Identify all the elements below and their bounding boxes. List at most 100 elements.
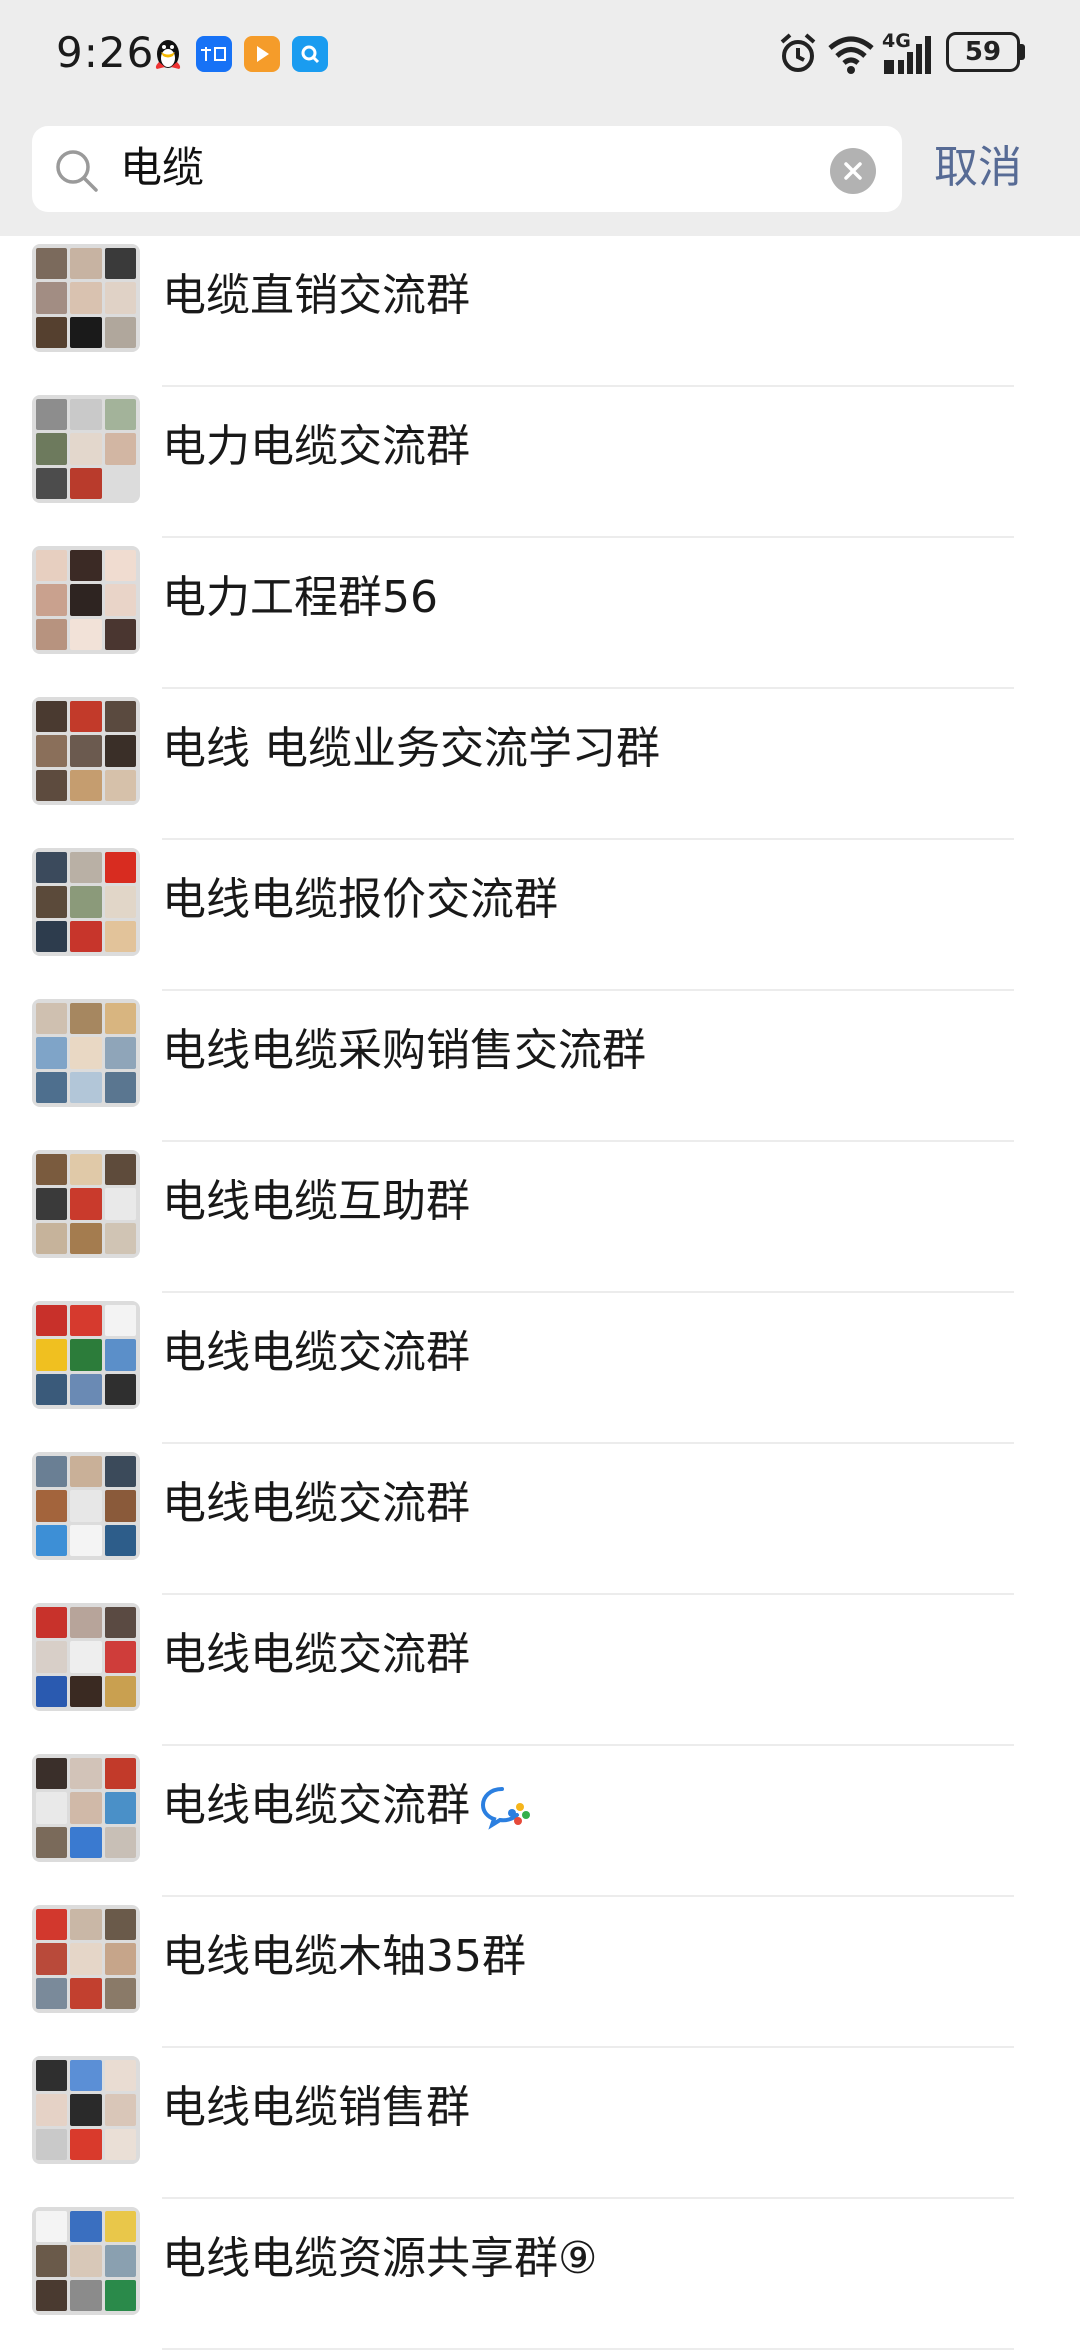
- avatar-tile: [36, 1490, 68, 1522]
- result-row[interactable]: 电线电缆销售群: [0, 2048, 1080, 2199]
- group-avatar: [32, 2056, 140, 2164]
- result-row[interactable]: 电力工程群56: [0, 538, 1080, 689]
- zhihu-icon: [196, 36, 232, 72]
- avatar-tile: [104, 1524, 136, 1556]
- result-row[interactable]: 电线电缆报价交流群: [0, 840, 1080, 991]
- avatar-tile: [36, 1373, 68, 1405]
- avatar-tile: [70, 1188, 102, 1220]
- avatar-tile: [70, 1826, 102, 1858]
- avatar-tile: [104, 1826, 136, 1858]
- avatar-tile: [104, 1339, 136, 1371]
- avatar-tile: [36, 1675, 68, 1707]
- group-avatar: [32, 848, 140, 956]
- avatar-tile: [36, 1977, 68, 2009]
- avatar-tile: [36, 1607, 68, 1639]
- avatar-tile: [104, 2094, 136, 2126]
- avatar-tile: [36, 735, 68, 767]
- avatar-tile: [36, 1641, 68, 1673]
- result-row[interactable]: 电线电缆采购销售交流群: [0, 991, 1080, 1142]
- result-row[interactable]: 电缆直销交流群: [0, 236, 1080, 387]
- result-row[interactable]: 电线 电缆业务交流学习群: [0, 689, 1080, 840]
- avatar-tile: [36, 550, 68, 582]
- result-row[interactable]: 电力电缆交流群: [0, 387, 1080, 538]
- avatar-tile: [36, 852, 68, 884]
- avatar-tile: [36, 1792, 68, 1824]
- avatar-tile: [104, 1758, 136, 1790]
- signal-icon: [884, 36, 931, 74]
- result-title: 电力电缆交流群: [162, 417, 470, 477]
- avatar-tile: [70, 886, 102, 918]
- avatar-tile: [104, 2211, 136, 2243]
- avatar-tile: [70, 584, 102, 616]
- avatar-tile: [104, 1792, 136, 1824]
- avatar-tile: [104, 618, 136, 650]
- group-avatar: [32, 1603, 140, 1711]
- enterprise-chat-icon: [480, 1787, 530, 1830]
- avatar-tile: [70, 2211, 102, 2243]
- result-title-text: 电线电缆交流群: [162, 1780, 470, 1831]
- avatar-tile: [104, 2245, 136, 2277]
- avatar-tile: [70, 1490, 102, 1522]
- avatar-tile: [104, 701, 136, 733]
- alarm-icon: [780, 33, 816, 72]
- avatar-tile: [36, 467, 68, 499]
- avatar-tile: [70, 1305, 102, 1337]
- avatar-tile: [70, 2279, 102, 2311]
- result-title-text: 电力工程群56: [162, 572, 438, 623]
- group-avatar: [32, 244, 140, 352]
- avatar-tile: [36, 2245, 68, 2277]
- result-title: 电线电缆交流群: [162, 1625, 470, 1685]
- avatar-tile: [70, 852, 102, 884]
- result-row[interactable]: 电线电缆交流群: [0, 1595, 1080, 1746]
- avatar-tile: [36, 1826, 68, 1858]
- search-bar-area: 电缆 取消: [0, 108, 1080, 236]
- avatar-tile: [70, 316, 102, 348]
- avatar-tile: [104, 1071, 136, 1103]
- avatar-tile: [70, 1607, 102, 1639]
- group-avatar: [32, 1452, 140, 1560]
- avatar-tile: [70, 618, 102, 650]
- result-row[interactable]: 电线电缆互助群: [0, 1142, 1080, 1293]
- result-title-text: 电缆直销交流群: [162, 270, 470, 321]
- search-input[interactable]: 电缆: [32, 126, 902, 212]
- avatar-tile: [70, 248, 102, 280]
- avatar-tile: [104, 433, 136, 465]
- avatar-tile: [36, 1305, 68, 1337]
- result-row[interactable]: 电线电缆交流群: [0, 1746, 1080, 1897]
- result-row[interactable]: 电线电缆资源共享群⑨: [0, 2199, 1080, 2350]
- avatar-tile: [70, 1339, 102, 1371]
- avatar-tile: [36, 399, 68, 431]
- avatar-tile: [104, 2279, 136, 2311]
- avatar-tile: [70, 1003, 102, 1035]
- avatar-tile: [104, 1154, 136, 1186]
- result-title: 电线电缆互助群: [162, 1172, 470, 1232]
- avatar-tile: [70, 1037, 102, 1069]
- avatar-tile: [104, 1675, 136, 1707]
- search-query-text: 电缆: [120, 143, 205, 192]
- cancel-button[interactable]: 取消: [934, 138, 1022, 198]
- result-title-text: 电线电缆交流群: [162, 1327, 470, 1378]
- avatar-tile: [36, 1524, 68, 1556]
- avatar-tile: [70, 1792, 102, 1824]
- avatar-tile: [36, 1909, 68, 1941]
- result-title-text: 电线电缆销售群: [162, 2082, 470, 2133]
- result-title-text: 电线 电缆业务交流学习群: [162, 723, 660, 774]
- browser-app-icon: [292, 36, 328, 72]
- avatar-tile: [70, 701, 102, 733]
- result-row[interactable]: 电线电缆交流群: [0, 1444, 1080, 1595]
- avatar-tile: [70, 1154, 102, 1186]
- avatar-tile: [70, 467, 102, 499]
- result-title: 电缆直销交流群: [162, 266, 470, 326]
- avatar-tile: [36, 248, 68, 280]
- avatar-tile: [104, 1305, 136, 1337]
- avatar-tile: [70, 1373, 102, 1405]
- result-row[interactable]: 电线电缆木轴35群: [0, 1897, 1080, 2048]
- avatar-tile: [104, 1490, 136, 1522]
- avatar-tile: [36, 886, 68, 918]
- avatar-tile: [104, 1037, 136, 1069]
- clear-icon[interactable]: [830, 148, 876, 194]
- avatar-tile: [104, 852, 136, 884]
- result-row[interactable]: 电线电缆交流群: [0, 1293, 1080, 1444]
- group-avatar: [32, 697, 140, 805]
- avatar-tile: [104, 550, 136, 582]
